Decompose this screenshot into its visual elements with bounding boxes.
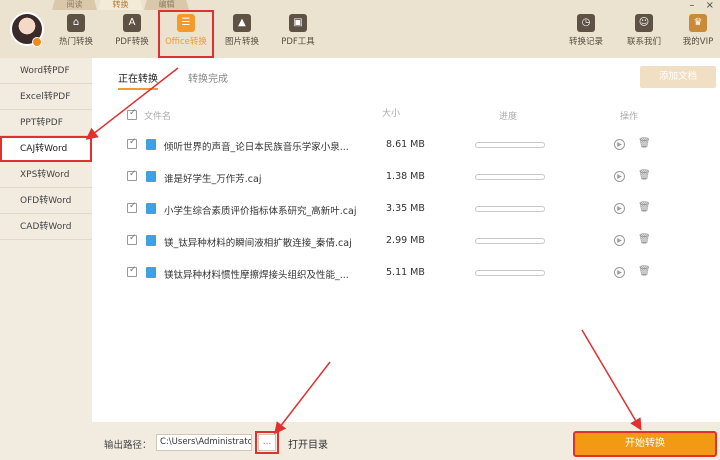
trash-icon[interactable]: 🗑 — [638, 202, 651, 214]
table-row[interactable]: 镁钛异种材料惯性摩擦焊接头组织及性能_... 5.11 MB ▶ 🗑 — [92, 264, 720, 284]
avatar-badge-icon — [32, 37, 42, 47]
progress-bar — [475, 174, 545, 180]
progress-bar — [475, 142, 545, 148]
file-size: 3.35 MB — [386, 203, 425, 214]
top-toolbar: 阅读 转换 编辑 ⌂ 热门转换 A PDF转换 ☰ Office转换 ▲ 图片转… — [0, 0, 720, 58]
file-name: 镁_钛异种材料的瞬间液相扩散连接_秦倩.caj — [164, 238, 352, 249]
file-icon — [146, 235, 156, 246]
image-icon: ▲ — [233, 14, 251, 32]
play-icon[interactable]: ▶ — [614, 203, 625, 214]
row-checkbox[interactable] — [127, 265, 137, 277]
sidebar-item-cad-to-word[interactable]: CAD转Word — [0, 214, 92, 240]
column-actions: 操作 — [620, 112, 639, 122]
crown-icon: ♛ — [689, 14, 707, 32]
office-doc-icon: ☰ — [177, 14, 195, 32]
sidebar: Word转PDF Excel转PDF PPT转PDF CAJ转Word XPS转… — [0, 58, 92, 460]
toolbox-icon: ▣ — [289, 14, 307, 32]
file-name: 镁钛异种材料惯性摩擦焊接头组织及性能_... — [164, 270, 349, 281]
nav-label: 我的VIP — [682, 37, 714, 47]
tab-completed[interactable]: 转换完成 — [188, 70, 228, 85]
progress-bar — [475, 238, 545, 244]
table-row[interactable]: 倾听世界的声音_论日本民族音乐学家小泉... 8.61 MB ▶ 🗑 — [92, 136, 720, 156]
table-row[interactable]: 镁_钛异种材料的瞬间液相扩散连接_秦倩.caj 2.99 MB ▶ 🗑 — [92, 232, 720, 252]
trash-icon[interactable]: 🗑 — [638, 234, 651, 246]
nav-label: 转换记录 — [568, 37, 603, 47]
mode-tab-convert[interactable]: 转换 — [98, 0, 143, 10]
start-convert-button[interactable]: 开始转换 — [573, 431, 717, 457]
trash-icon[interactable]: 🗑 — [638, 266, 651, 278]
nav-contact[interactable]: ☺ 联系我们 — [624, 14, 664, 54]
nav-label: PDF转换 — [115, 37, 149, 47]
table-row[interactable]: 谁是好学生_万作芳.caj 1.38 MB ▶ 🗑 — [92, 168, 720, 188]
nav-label: 图片转换 — [224, 37, 259, 47]
mode-tabs: 阅读 转换 编辑 — [52, 0, 190, 10]
output-path-input[interactable]: C:\Users\Administrator — [156, 434, 252, 451]
file-icon — [146, 203, 156, 214]
house-icon: ⌂ — [67, 14, 85, 32]
file-size: 5.11 MB — [386, 267, 425, 278]
pdf-icon: A — [123, 14, 141, 32]
window-controls: – × — [681, 0, 714, 11]
sidebar-item-word-to-pdf[interactable]: Word转PDF — [0, 58, 92, 84]
table-row[interactable]: 小学生综合素质评价指标体系研究_高新叶.caj 3.35 MB ▶ 🗑 — [92, 200, 720, 220]
sidebar-item-ofd-to-word[interactable]: OFD转Word — [0, 188, 92, 214]
nav-label: Office转换 — [165, 37, 207, 47]
nav-vip[interactable]: ♛ 我的VIP — [680, 14, 716, 54]
file-icon — [146, 139, 156, 150]
file-size: 1.38 MB — [386, 171, 425, 182]
table-header: 文件名 大小 进度 操作 — [92, 108, 720, 124]
history-icon: ◷ — [577, 14, 595, 32]
output-path-label: 输出路径： — [104, 440, 152, 451]
nav-pdf-convert[interactable]: A PDF转换 — [112, 14, 152, 54]
file-name: 小学生综合素质评价指标体系研究_高新叶.caj — [164, 206, 357, 217]
sidebar-item-xps-to-word[interactable]: XPS转Word — [0, 162, 92, 188]
trash-icon[interactable]: 🗑 — [638, 170, 651, 182]
file-icon — [146, 267, 156, 278]
row-checkbox[interactable] — [127, 137, 137, 149]
mode-tab-edit[interactable]: 编辑 — [144, 0, 189, 10]
nav-office-convert[interactable]: ☰ Office转换 — [158, 10, 214, 58]
mode-tab-read[interactable]: 阅读 — [52, 0, 97, 10]
row-checkbox[interactable] — [127, 169, 137, 181]
column-name: 文件名 — [144, 112, 172, 122]
sidebar-item-caj-to-word[interactable]: CAJ转Word — [0, 136, 92, 162]
row-checkbox[interactable] — [127, 201, 137, 213]
file-size: 2.99 MB — [386, 235, 425, 246]
support-icon: ☺ — [635, 14, 653, 32]
column-size: 大小 — [382, 109, 401, 119]
add-document-button[interactable]: 添加文档 — [640, 66, 716, 88]
nav-image-convert[interactable]: ▲ 图片转换 — [222, 14, 262, 54]
row-checkbox[interactable] — [127, 233, 137, 245]
tab-converting[interactable]: 正在转换 — [118, 70, 158, 90]
open-directory-link[interactable]: 打开目录 — [288, 436, 328, 451]
nav-label: 热门转换 — [58, 37, 93, 47]
sidebar-item-ppt-to-pdf[interactable]: PPT转PDF — [0, 110, 92, 136]
close-button[interactable]: × — [706, 0, 714, 11]
file-name: 谁是好学生_万作芳.caj — [164, 174, 262, 185]
column-progress: 进度 — [499, 112, 518, 122]
progress-bar — [475, 206, 545, 212]
progress-bar — [475, 270, 545, 276]
file-icon — [146, 171, 156, 182]
bottom-bar: 输出路径： C:\Users\Administrator ... 打开目录 开始… — [92, 422, 720, 460]
nav-label: 联系我们 — [626, 37, 661, 47]
file-name: 倾听世界的声音_论日本民族音乐学家小泉... — [164, 142, 349, 153]
trash-icon[interactable]: 🗑 — [638, 138, 651, 150]
play-icon[interactable]: ▶ — [614, 139, 625, 150]
main-panel: 正在转换 转换完成 添加文档 文件名 大小 进度 操作 倾听世界的声音_论日本民… — [92, 58, 720, 422]
nav-hot-convert[interactable]: ⌂ 热门转换 — [56, 14, 96, 54]
select-all-checkbox[interactable] — [127, 108, 137, 120]
browse-button[interactable]: ... — [255, 431, 279, 454]
nav-label: PDF工具 — [281, 37, 315, 47]
play-icon[interactable]: ▶ — [614, 267, 625, 278]
minimize-button[interactable]: – — [689, 0, 694, 11]
play-icon[interactable]: ▶ — [614, 171, 625, 182]
play-icon[interactable]: ▶ — [614, 235, 625, 246]
nav-pdf-tools[interactable]: ▣ PDF工具 — [278, 14, 318, 54]
sidebar-item-excel-to-pdf[interactable]: Excel转PDF — [0, 84, 92, 110]
nav-history[interactable]: ◷ 转换记录 — [566, 14, 606, 54]
file-size: 8.61 MB — [386, 139, 425, 150]
